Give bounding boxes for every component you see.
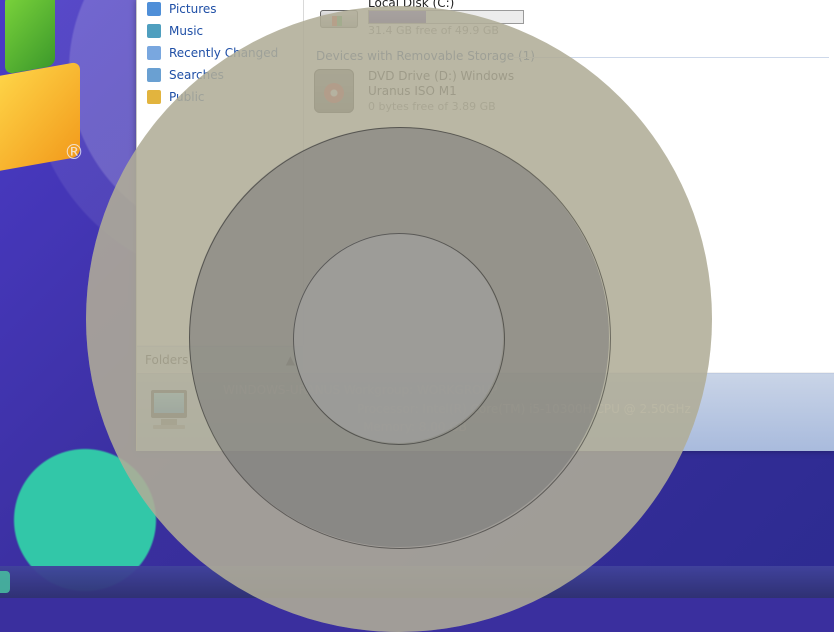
nav-item-label: Public	[169, 90, 205, 104]
nav-item-label: Music	[169, 24, 204, 38]
nav-item-public[interactable]: Public	[147, 88, 205, 106]
hard-drive-icon	[320, 10, 358, 28]
registered-mark: ®	[64, 140, 84, 164]
monitor-base	[153, 425, 185, 429]
memory-info: Memory: 8.00 GB	[363, 420, 467, 434]
computer-name-workgroup: WINDOWS-URANUS Workgroup: WORKGROUP	[223, 383, 498, 397]
nav-item-label: Recently Changed	[169, 46, 279, 60]
dvd-drive-icon	[314, 69, 354, 113]
dvd-drive-item[interactable]: DVD Drive (D:) Windows Uranus ISO M1 0 b…	[314, 69, 544, 119]
folder-icon	[147, 90, 161, 104]
nav-item-music[interactable]: Music	[147, 22, 203, 40]
start-button[interactable]	[0, 571, 10, 593]
folders-label: Folders	[145, 352, 189, 367]
disk-usage-fill	[369, 11, 426, 23]
dvd-drive-name: DVD Drive (D:) Windows Uranus ISO M1	[368, 69, 515, 98]
music-icon	[147, 24, 161, 38]
section-divider	[514, 57, 829, 58]
local-disk-item[interactable]: Local Disk (C:) 31.4 GB free of 49.9 GB	[312, 0, 672, 38]
navigation-pane: Pictures Music Recently Changed Searches…	[137, 0, 304, 345]
taskbar	[0, 566, 834, 598]
nav-item-searches[interactable]: Searches	[147, 66, 224, 84]
computer-icon	[147, 384, 195, 432]
logo-green-pane	[5, 0, 55, 75]
dvd-drive-free-space: 0 bytes free of 3.89 GB	[368, 100, 496, 113]
disc-icon	[324, 83, 344, 103]
nav-item-pictures[interactable]: Pictures	[147, 0, 217, 18]
monitor-icon	[151, 390, 187, 418]
windows-badge-icon	[332, 16, 342, 26]
nav-item-label: Pictures	[169, 2, 217, 16]
processor-info: Processor: Intel(R) Core(TM) i5-10300H C…	[357, 402, 691, 416]
content-pane: Local Disk (C:) 31.4 GB free of 49.9 GB …	[304, 0, 834, 372]
removable-storage-header: Devices with Removable Storage (1)	[316, 49, 535, 63]
disk-usage-bar	[368, 10, 524, 24]
search-icon	[147, 68, 161, 82]
local-disk-name: Local Disk (C:)	[368, 0, 455, 10]
nav-item-label: Searches	[169, 68, 224, 82]
details-pane: WINDOWS-URANUS Workgroup: WORKGROUP Proc…	[137, 373, 834, 451]
explorer-window: Pictures Music Recently Changed Searches…	[136, 0, 834, 451]
pictures-icon	[147, 2, 161, 16]
monitor-screen	[154, 393, 184, 413]
nav-item-recently-changed[interactable]: Recently Changed	[147, 44, 278, 62]
folders-toggle[interactable]: Folders ▲	[137, 346, 303, 372]
chevron-up-icon: ▲	[285, 352, 295, 367]
windows-logo: ®	[0, 0, 110, 180]
recent-icon	[147, 46, 161, 60]
local-disk-free-space: 31.4 GB free of 49.9 GB	[368, 24, 499, 37]
